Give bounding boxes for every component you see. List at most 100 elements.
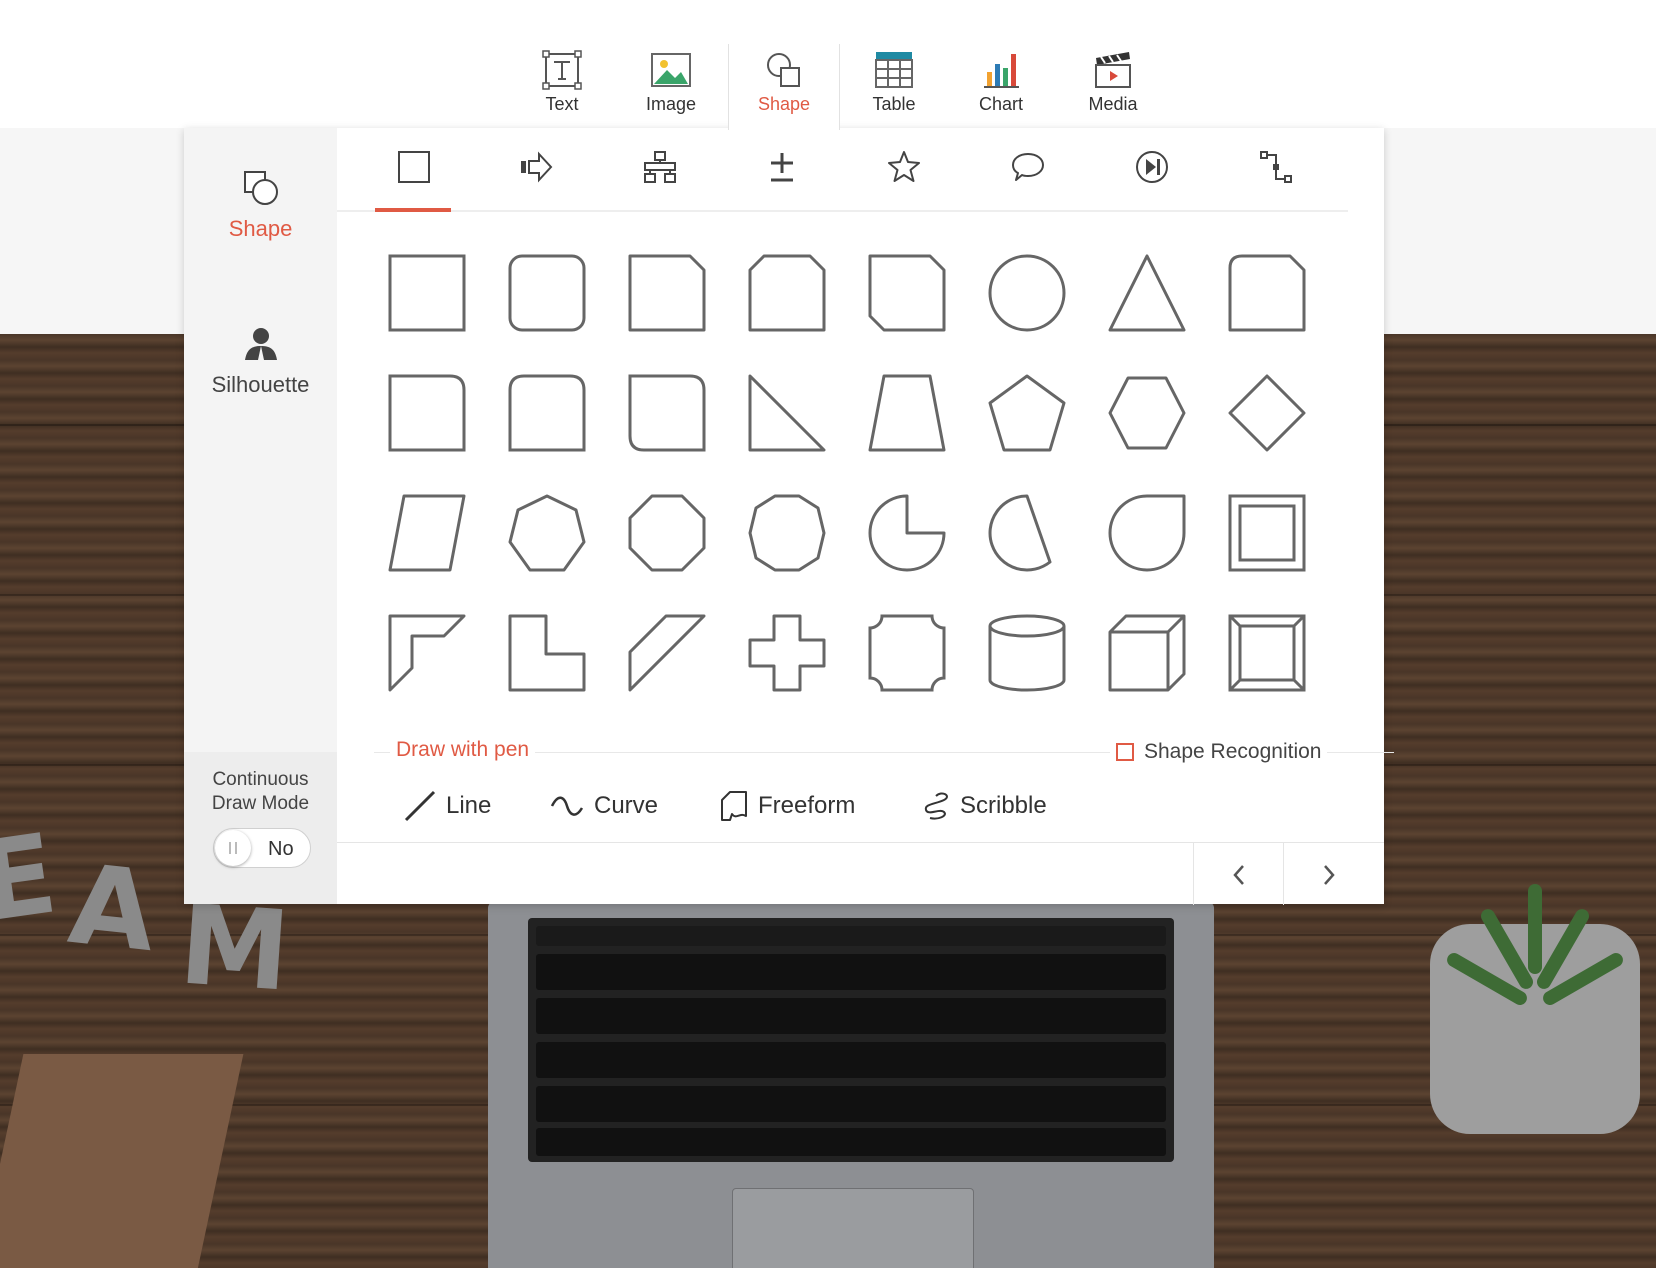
rounded-rectangle-shape-icon (508, 254, 586, 332)
shape-parallelogram[interactable] (388, 494, 466, 572)
freeform-icon (721, 791, 747, 821)
shape-heptagon[interactable] (508, 494, 586, 572)
shape-plaque[interactable] (868, 614, 946, 692)
tab-arrows[interactable] (497, 128, 573, 210)
sidebar-item-shape[interactable]: Shape (184, 168, 337, 242)
toolbar-text-button[interactable]: Text (506, 44, 618, 128)
snip-same-side-shape-icon (748, 254, 826, 332)
toggle-knob (215, 830, 251, 866)
shape-panel: Shape Silhouette Continuous Draw Mode No (184, 128, 1394, 905)
toolbar-shape-label: Shape (757, 94, 811, 114)
shape-round-single-corner[interactable] (388, 374, 466, 452)
toolbar-image-label: Image (645, 94, 697, 114)
tab-flowchart[interactable] (621, 128, 697, 210)
shape-decagon[interactable] (748, 494, 826, 572)
teardrop-shape-icon (1108, 494, 1186, 572)
keyboard-decoration (528, 918, 1174, 1162)
shape-pentagon[interactable] (988, 374, 1066, 452)
tab-stars[interactable] (865, 128, 941, 210)
shape-snip-diagonal[interactable] (868, 254, 946, 332)
tab-action-buttons[interactable] (1113, 128, 1189, 210)
tab-connectors[interactable] (1237, 128, 1313, 210)
pen-tool-label: Line (446, 792, 492, 819)
shape-half-frame[interactable] (388, 614, 466, 692)
shape-triangle[interactable] (1108, 254, 1186, 332)
toolbar-text-label: Text (545, 94, 579, 114)
shape-diagonal-stripe[interactable] (628, 614, 706, 692)
insert-toolbar: Text Image Shape Table Chart Media (0, 0, 1656, 130)
pen-tool-curve[interactable]: Curve (550, 786, 670, 826)
connector-icon (1260, 151, 1292, 183)
snip-single-corner-shape-icon (628, 254, 706, 332)
snip-diagonal-shape-icon (868, 254, 946, 332)
shape-cube[interactable] (1108, 614, 1186, 692)
frame-shape-icon (1228, 494, 1306, 572)
shape-rounded-rectangle[interactable] (508, 254, 586, 332)
pen-tool-line[interactable]: Line (404, 786, 504, 826)
shape-rectangle[interactable] (388, 254, 466, 332)
shape-cross[interactable] (748, 614, 826, 692)
toolbar-media-button[interactable]: Media (1057, 44, 1169, 128)
tab-callouts[interactable] (989, 128, 1065, 210)
round-diagonal-shape-icon (628, 374, 706, 452)
cube-shape-icon (1108, 614, 1186, 692)
flowchart-icon (644, 151, 676, 183)
tab-basic-shapes[interactable] (375, 128, 451, 212)
chord-shape-icon (988, 494, 1052, 572)
toolbar-table-button[interactable]: Table (838, 44, 950, 128)
sidebar-item-label: Shape (228, 216, 293, 241)
pen-tool-freeform[interactable]: Freeform (718, 786, 868, 826)
shape-recognition-checkbox[interactable]: Shape Recognition (1110, 740, 1328, 764)
l-shape-icon (508, 614, 586, 692)
shape-snip-same-side[interactable] (748, 254, 826, 332)
shape-pie[interactable] (868, 494, 946, 572)
toolbar-chart-button[interactable]: Chart (945, 44, 1057, 128)
checkbox-icon (1116, 743, 1134, 761)
pen-tool-label: Scribble (960, 792, 1047, 819)
shape-diamond[interactable] (1228, 374, 1306, 452)
shape-round-same-side[interactable] (508, 374, 586, 452)
shape-chord[interactable] (988, 494, 1066, 572)
panel-footer (337, 842, 1384, 905)
tab-math[interactable] (743, 128, 819, 210)
shape-l-shape[interactable] (508, 614, 586, 692)
heptagon-shape-icon (508, 494, 586, 572)
media-icon (1095, 52, 1131, 88)
decagon-shape-icon (748, 494, 826, 572)
sidebar-item-silhouette[interactable]: Silhouette (184, 324, 337, 398)
shape-can[interactable] (988, 614, 1066, 692)
continuous-draw-mode-toggle[interactable]: No (213, 828, 311, 868)
shape-hexagon[interactable] (1108, 374, 1186, 452)
shape-right-triangle[interactable] (748, 374, 826, 452)
star-icon (888, 151, 920, 182)
shape-round-diagonal[interactable] (628, 374, 706, 452)
arrow-shapes-icon (521, 151, 553, 183)
shape-frame[interactable] (1228, 494, 1306, 572)
toolbar-chart-label: Chart (978, 94, 1023, 114)
table-icon (875, 52, 913, 88)
pen-tool-label: Freeform (758, 792, 856, 819)
shape-octagon[interactable] (628, 494, 706, 572)
shape-icon (243, 171, 278, 205)
continuous-draw-mode: Continuous Draw Mode No (184, 752, 337, 904)
prev-page-button[interactable] (1193, 843, 1284, 905)
toolbar-shape-button[interactable]: Shape (728, 44, 840, 130)
pentagon-shape-icon (988, 374, 1066, 452)
shape-bevel[interactable] (1228, 614, 1306, 692)
next-page-button[interactable] (1283, 843, 1374, 905)
shape-teardrop[interactable] (1108, 494, 1186, 572)
right-triangle-shape-icon (748, 374, 826, 452)
continuous-draw-mode-label: Continuous Draw Mode (211, 769, 310, 814)
pen-tool-scribble[interactable]: Scribble (922, 786, 1062, 826)
shape-round-snip[interactable] (1228, 254, 1306, 332)
toggle-state-text: No (268, 838, 294, 860)
toolbar-image-button[interactable]: Image (615, 44, 727, 128)
shape-snip-single-corner[interactable] (628, 254, 706, 332)
shape-category-tabs (337, 128, 1348, 212)
round-snip-shape-icon (1228, 254, 1306, 332)
shape-trapezoid[interactable] (868, 374, 946, 452)
action-button-icon (1136, 151, 1168, 183)
shape-circle[interactable] (988, 254, 1066, 332)
hexagon-shape-icon (1108, 376, 1186, 450)
toolbar-media-label: Media (1088, 94, 1138, 114)
